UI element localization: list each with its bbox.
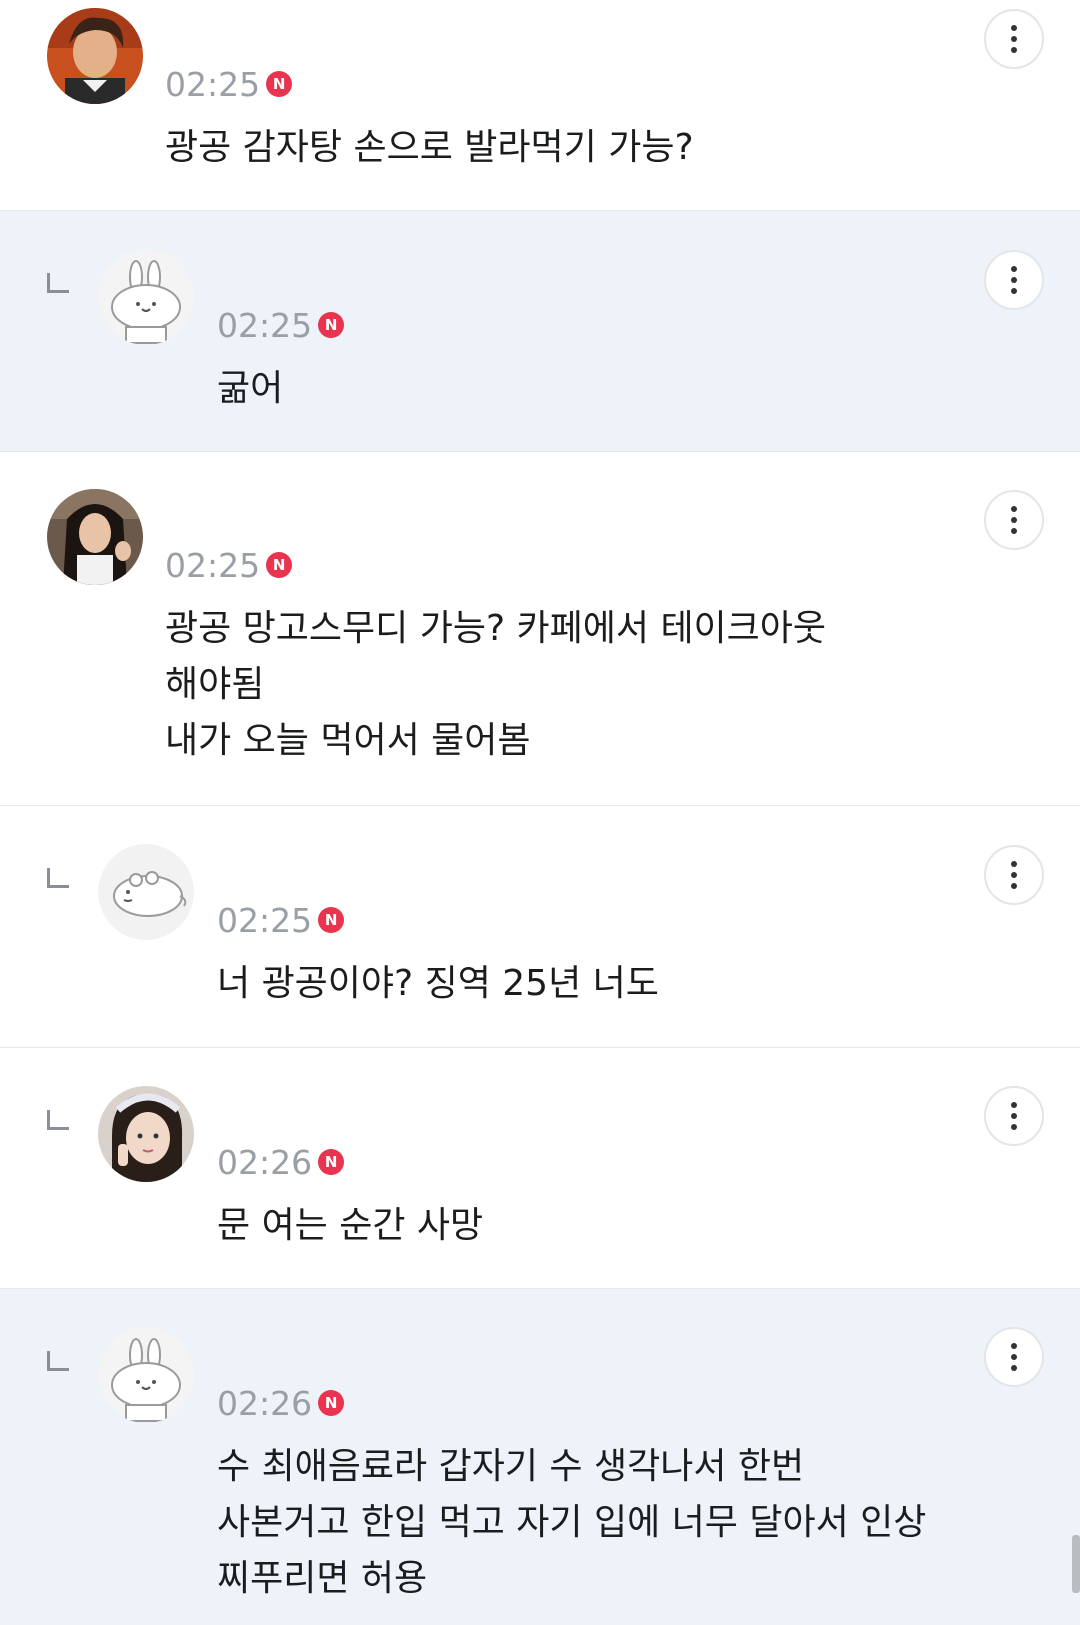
comment-line: 광공 감자탕 손으로 발라먹기 가능?: [165, 127, 694, 168]
reply-arrow-icon: [47, 1110, 69, 1130]
comment-line: 문 여는 순간 사망: [217, 1205, 484, 1246]
avatar[interactable]: [47, 8, 143, 104]
comment-line: 너 광공이야? 징역 25년 너도: [217, 963, 659, 1004]
comment-line: 찌푸리면 허용: [217, 1558, 428, 1599]
more-options-button[interactable]: [984, 845, 1044, 905]
comment-line: 굶어: [217, 368, 284, 409]
more-vertical-icon: [1011, 25, 1017, 53]
new-badge-icon: N: [318, 1390, 345, 1416]
comment-time: 02:26: [217, 1383, 313, 1423]
comment-meta: 02:25 N: [165, 64, 293, 104]
comment-text: 수 최애음료라 갑자기 수 생각나서 한번 사본거고 한입 먹고 자기 입에 너…: [217, 1439, 926, 1607]
comment-text: 너 광공이야? 징역 25년 너도: [217, 956, 659, 1012]
comment-text: 굶어: [217, 361, 283, 417]
comment-meta: 02:25 N: [217, 305, 345, 345]
comment-line: 수 최애음료라 갑자기 수 생각나서 한번: [217, 1446, 805, 1487]
more-vertical-icon: [1011, 506, 1017, 534]
comment-list: 02:25 N 광공 감자탕 손으로 발라먹기 가능? 02:25 N 굶어 0…: [0, 0, 1080, 1625]
avatar[interactable]: [98, 249, 194, 345]
more-options-button[interactable]: [984, 1327, 1044, 1387]
comment-meta: 02:26 N: [217, 1142, 345, 1182]
comment-line: 광공 망고스무디 가능? 카페에서 테이크아웃: [165, 608, 827, 649]
reply-item: 02:25 N 너 광공이야? 징역 25년 너도: [0, 806, 1080, 1048]
comment-time: 02:25: [165, 545, 261, 585]
new-badge-icon: N: [266, 552, 293, 578]
comment-line: 해야됨: [165, 664, 265, 705]
new-badge-icon: N: [318, 312, 345, 338]
scrollbar-thumb[interactable]: [1072, 1535, 1080, 1593]
more-options-button[interactable]: [984, 1086, 1044, 1146]
new-badge-icon: N: [266, 71, 293, 97]
comment-text: 광공 감자탕 손으로 발라먹기 가능?: [165, 120, 694, 176]
comment-meta: 02:25 N: [217, 900, 345, 940]
comment-text: 광공 망고스무디 가능? 카페에서 테이크아웃 해야됨 내가 오늘 먹어서 물어…: [165, 601, 826, 769]
reply-arrow-icon: [47, 273, 69, 293]
avatar[interactable]: [47, 489, 143, 585]
reply-arrow-icon: [47, 868, 69, 888]
new-badge-icon: N: [318, 907, 345, 933]
comment-text: 문 여는 순간 사망: [217, 1198, 483, 1254]
comment-time: 02:25: [217, 305, 313, 345]
comment-line: 사본거고 한입 먹고 자기 입에 너무 달아서 인상: [217, 1502, 927, 1543]
comment-item: 02:25 N 광공 망고스무디 가능? 카페에서 테이크아웃 해야됨 내가 오…: [0, 452, 1080, 806]
comment-line: 내가 오늘 먹어서 물어봄: [165, 720, 531, 761]
more-options-button[interactable]: [984, 250, 1044, 310]
reply-item: 02:26 N 수 최애음료라 갑자기 수 생각나서 한번 사본거고 한입 먹고…: [0, 1289, 1080, 1625]
more-vertical-icon: [1011, 861, 1017, 889]
avatar[interactable]: [98, 844, 194, 940]
comment-item: 02:25 N 광공 감자탕 손으로 발라먹기 가능?: [0, 0, 1080, 211]
new-badge-icon: N: [318, 1149, 345, 1175]
avatar[interactable]: [98, 1086, 194, 1182]
more-vertical-icon: [1011, 266, 1017, 294]
comment-time: 02:26: [217, 1142, 313, 1182]
more-options-button[interactable]: [984, 490, 1044, 550]
more-options-button[interactable]: [984, 9, 1044, 69]
reply-item: 02:25 N 굶어: [0, 211, 1080, 452]
comment-meta: 02:25 N: [165, 545, 293, 585]
more-vertical-icon: [1011, 1102, 1017, 1130]
comment-meta: 02:26 N: [217, 1383, 345, 1423]
comment-time: 02:25: [165, 64, 261, 104]
comment-time: 02:25: [217, 900, 313, 940]
avatar[interactable]: [98, 1327, 194, 1423]
reply-item: 02:26 N 문 여는 순간 사망: [0, 1048, 1080, 1289]
more-vertical-icon: [1011, 1343, 1017, 1371]
reply-arrow-icon: [47, 1351, 69, 1371]
